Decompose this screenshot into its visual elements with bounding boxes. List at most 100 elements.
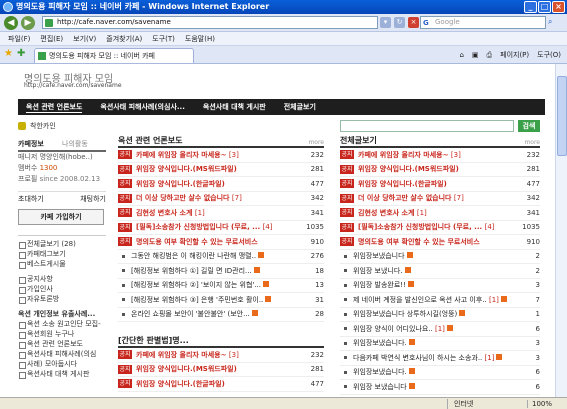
list-item[interactable]: 공지 [필독]소송참가 신청방법입니다 (무료, ... [4] 1035 — [340, 221, 540, 235]
menu-notice[interactable]: 공지사항 — [18, 274, 106, 284]
list-item[interactable]: 공지 카페에 위임장 올리자 마세용~ [3] 232 — [340, 148, 540, 163]
post-title[interactable]: 카페에 위임장 올리자 마세용~ [3] — [136, 150, 302, 160]
search-input[interactable]: G Google — [420, 16, 546, 29]
minimize-button[interactable]: _ — [524, 1, 537, 13]
post-title[interactable]: [해킹정보 위험하다 ②] '보이지 않는 위협'... — [131, 280, 302, 290]
members-value[interactable]: 1300 — [40, 164, 58, 172]
tab-cafe-info[interactable]: 카페정보 — [18, 138, 62, 150]
address-input[interactable]: http://cafe.naver.com/savename — [42, 16, 378, 29]
list-item[interactable]: 공지 카페에 위임장 올리자 마세용~ [3] 232 — [118, 348, 324, 363]
cafe-search-button[interactable]: 검색 — [518, 120, 540, 132]
post-title[interactable]: 위임장 발송완료!! — [353, 280, 518, 290]
list-item[interactable]: [해킹정보 위험하다 ①] 길릴 면 ID관리... 18 — [118, 264, 324, 279]
close-button[interactable]: × — [552, 1, 565, 13]
sarak-badge[interactable]: 착한카인 — [18, 120, 106, 132]
list-item[interactable]: 위임장 보냈니다. 2 — [340, 264, 540, 279]
post-title[interactable]: 위임장보냈습니다 — [353, 251, 518, 261]
list-item[interactable]: 위임장보냈습니다 2 — [340, 250, 540, 264]
post-title[interactable]: 위임장 양식입니다.(MS워드파일) — [358, 164, 518, 174]
list-item[interactable]: 위임장 발송완료!! 3 — [340, 279, 540, 293]
post-title[interactable]: 위임장보냈습니다. — [353, 338, 518, 348]
post-title[interactable]: 온라인 쇼핑몰 보안이 '불안불안' (보안... — [131, 309, 302, 319]
post-title[interactable]: 위임장 양식입니다.(한글파일) — [358, 179, 518, 189]
page-menu[interactable]: 페이지(P) — [500, 49, 529, 61]
post-title[interactable]: 김현성 변호사 소계 [1] — [358, 208, 518, 218]
post-title[interactable]: 위임장보냈습니다. — [353, 367, 518, 377]
post-title[interactable]: 위임장 보냈습니다 — [353, 382, 518, 392]
menu-all-posts[interactable]: 전체글보기 (28) — [18, 239, 106, 249]
tab-cafe[interactable]: 명의도용 피해자 모임 :: 네이버 카페 — [34, 48, 194, 63]
add-favorite-icon[interactable]: ✚ — [17, 48, 25, 59]
menu-best-posts[interactable]: 베스트게시물 — [18, 259, 106, 269]
menu-cases-cont[interactable]: 사례) 모아둡시다 — [18, 359, 106, 369]
menu-cases[interactable]: 옥션사태 피해사례(의심 — [18, 349, 106, 359]
menu-lawsuit-cont[interactable]: 옥션회원 누구나 — [18, 329, 106, 339]
press-head-title[interactable]: 옥션 관련 언론보도 — [118, 136, 182, 145]
post-title[interactable]: 위임장 양식입니다.(한글파일) — [136, 379, 302, 389]
post-title[interactable]: 다음카페 박연식 변호사님이 하시는 소송과.. [1] — [353, 353, 518, 363]
list-item[interactable]: 공지 [필독]소송참가 신청방법입니다 (무료, ... [4] 1035 — [118, 221, 324, 235]
favorites-star-icon[interactable]: ★ — [4, 48, 13, 59]
menu-greeting[interactable]: 가입인사 — [18, 284, 106, 294]
tools-menu[interactable]: 도구(O) — [537, 49, 561, 61]
post-title[interactable]: 김현성 변호사 소계 [1] — [136, 208, 302, 218]
list-item[interactable]: 공지 위임장 양식입니다.(한글파일) 477 — [118, 177, 324, 192]
print-icon[interactable]: ⎙ — [487, 49, 493, 61]
tab-my-activity[interactable]: 나의활동 — [62, 138, 106, 150]
topmenu-all[interactable]: 전체글보기 — [284, 102, 316, 112]
post-title[interactable]: [필독]소송참가 신청방법입니다 (무료, ... [4] — [358, 222, 518, 232]
menu-help[interactable]: 도움말(H) — [185, 32, 215, 45]
post-title[interactable]: [해킹정보 위험하다 ③] 은행 '주민번호 활이.. — [131, 295, 302, 305]
post-title[interactable]: 그동안 해킹범은 이 해킹이란 나란해 맹렬.. — [131, 251, 302, 261]
press-more-link[interactable]: more — [308, 138, 324, 148]
dropdown-icon[interactable]: ▾ — [380, 17, 391, 28]
post-title[interactable]: 더 이상 당하고만 살수 없습니다 [7] — [358, 193, 518, 203]
list-item[interactable]: 공지 더 이상 당하고만 살수 없습니다 [7] 342 — [340, 192, 540, 206]
list-item[interactable]: 공지 김현성 변호사 소계 [1] 341 — [118, 206, 324, 221]
menu-cafe-tags[interactable]: 카페태그보기 — [18, 249, 106, 259]
menu-free-talk[interactable]: 자유토론방 — [18, 294, 106, 304]
list-item[interactable]: 다음카페 박연식 변호사님이 하시는 소송과.. [1] 3 — [340, 351, 540, 366]
topmenu-board[interactable]: 옥션사태 대책 게시판 — [203, 102, 266, 112]
refresh-icon[interactable]: ↻ — [394, 17, 405, 28]
list-item[interactable]: 공지 위임장 양식입니다.(한글파일) 477 — [340, 177, 540, 192]
list-item[interactable]: 공지 카페에 위임장 올리자 마세용~ [3] 232 — [118, 148, 324, 163]
forward-button[interactable]: ▶ — [21, 16, 35, 30]
list-item[interactable]: 제 네이버 계정을 발신인으로 옥션 사고 이후.. [1] 7 — [340, 293, 540, 308]
post-title[interactable]: 카페에 위임장 올리자 마세용~ [3] — [358, 150, 518, 160]
menu-edit[interactable]: 편집(E) — [40, 32, 63, 45]
menu-tools[interactable]: 도구(T) — [152, 32, 175, 45]
post-title[interactable]: 제 네이버 계정을 발신인으로 옥션 사고 이후.. [1] — [353, 295, 518, 305]
back-button[interactable]: ◀ — [4, 16, 18, 30]
vertical-scrollbar[interactable] — [555, 64, 567, 397]
post-title[interactable]: [해킹정보 위험하다 ①] 길릴 면 ID관리... — [131, 266, 302, 276]
list-item[interactable]: 공지 명의도용 여부 확인할 수 있는 무료서비스 910 — [118, 235, 324, 250]
chat-link[interactable]: 채팅하기 — [80, 193, 106, 203]
post-title[interactable]: [필독]소송참가 신청방법입니다 (무료, ... [4] — [136, 222, 302, 232]
topmenu-cases[interactable]: 옥션사태 피해사례(의심사... — [100, 102, 184, 112]
menu-board[interactable]: 옥션사태 대책 게시판 — [18, 369, 106, 379]
all-posts-more-link[interactable]: more — [524, 138, 540, 148]
post-title[interactable]: 위임장 양식입니다.(한글파일) — [136, 179, 302, 189]
list-item[interactable]: 위임장보냈습니다. 6 — [340, 366, 540, 380]
scrollbar-thumb[interactable] — [557, 76, 567, 156]
manager-value[interactable]: 명양인해(hobe..) — [40, 153, 93, 161]
list-item[interactable]: 공지 명의도용 여부 확인할 수 있는 무료서비스 910 — [340, 235, 540, 250]
post-title[interactable]: 더 이상 당하고만 살수 없습니다 [7] — [136, 193, 302, 203]
post-title[interactable]: 위임장보냈습니다 상투하시길(엉뚱) — [353, 309, 518, 319]
list-item[interactable]: [해킹정보 위험하다 ②] '보이지 않는 위협'... 13 — [118, 279, 324, 293]
list-item[interactable]: [해킹정보 위험하다 ③] 은행 '주민번호 활이.. 31 — [118, 293, 324, 308]
home-icon[interactable]: ⌂ — [459, 49, 463, 61]
menu-file[interactable]: 파일(F) — [8, 32, 30, 45]
join-cafe-button[interactable]: 카페 가입하기 — [18, 209, 104, 225]
list-item[interactable]: 공지 김현성 변호사 소계 [1] 341 — [340, 206, 540, 221]
post-title[interactable]: 명의도용 여부 확인할 수 있는 무료서비스 — [136, 237, 302, 247]
search-go-icon[interactable]: ⌕ — [548, 17, 560, 29]
menu-lawsuit[interactable]: 옥션 소송 원고인단 모집- — [18, 319, 106, 329]
list-item[interactable]: 온라인 쇼핑몰 보안이 '불안불안' (보안... 28 — [118, 308, 324, 322]
maximize-button[interactable]: □ — [538, 1, 551, 13]
post-title[interactable]: 카페에 위임장 올리자 마세용~ [3] — [136, 350, 302, 360]
invite-link[interactable]: 초대하기 — [18, 193, 44, 203]
list-item[interactable]: 공지 위임장 양식입니다.(한글파일) 477 — [118, 377, 324, 392]
post-title[interactable]: 위임장 보냈니다. — [353, 266, 518, 276]
